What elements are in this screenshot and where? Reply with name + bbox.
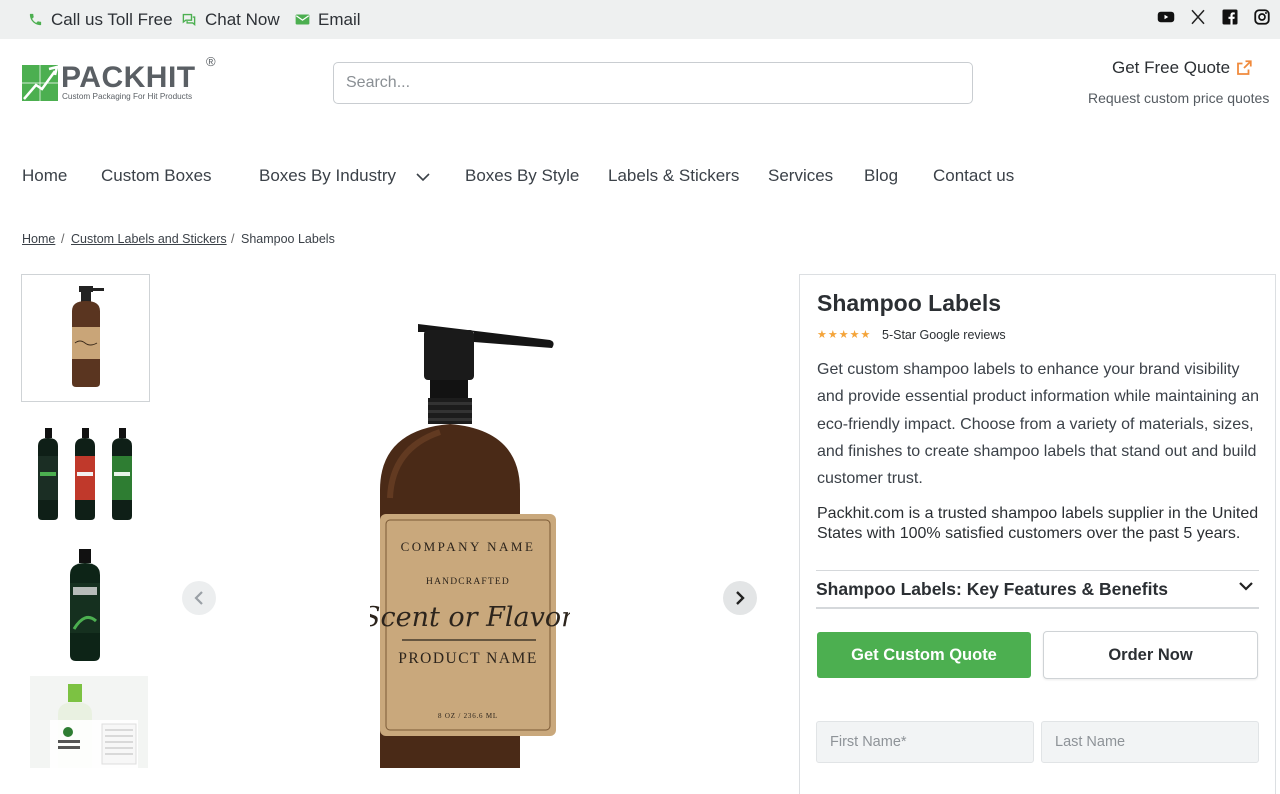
nav-labels-stickers[interactable]: Labels & Stickers [608,166,739,186]
label-product-name: PRODUCT NAME [398,650,538,667]
free-quote-label: Get Free Quote [1112,58,1231,77]
product-description: Get custom shampoo labels to enhance you… [817,361,1260,488]
phone-icon [29,13,42,26]
hemp-shampoo-thumbnail [50,684,138,768]
email-link[interactable]: Email [295,0,361,39]
breadcrumb-separator: / [231,232,235,246]
carousel-prev-button[interactable] [182,581,216,615]
breadcrumb-current: Shampoo Labels [241,232,335,246]
reviews-label[interactable]: 5-Star Google reviews [882,328,1006,342]
thumbnail-1[interactable] [21,274,150,402]
amber-bottle-thumbnail [72,286,104,387]
chevron-down-icon [1239,582,1253,591]
nav-services[interactable]: Services [768,166,833,186]
last-name-field[interactable] [1042,722,1258,762]
breadcrumb-category[interactable]: Custom Labels and Stickers [71,232,227,246]
call-label: Call us Toll Free [51,9,173,29]
brand-name: PACKHIT [61,61,196,94]
email-label: Email [318,9,361,29]
search-input[interactable] [334,63,972,103]
get-custom-quote-button[interactable]: Get Custom Quote [817,632,1031,678]
brand-tagline: Custom Packaging For Hit Products [62,92,193,101]
chat-label: Chat Now [205,9,280,29]
order-now-button[interactable]: Order Now [1043,631,1258,679]
thumbnail-2[interactable] [30,420,140,524]
carousel-next-button[interactable] [723,581,757,615]
nav-custom-boxes[interactable]: Custom Boxes [101,166,212,186]
breadcrumb-separator: / [61,232,65,246]
main-product-image: COMPANY NAME HANDCRAFTED Scent or Flavor… [370,324,570,768]
nav-contact[interactable]: Contact us [933,166,1014,186]
chevron-left-icon [194,591,203,605]
label-size: 8 OZ / 236.6 ML [438,712,498,720]
x-icon[interactable] [1189,8,1207,26]
breadcrumb-home[interactable]: Home [22,232,55,246]
first-name-field[interactable] [817,722,1033,762]
first-name-wrapper [816,721,1034,763]
top-bar: Call us Toll Free Chat Now Email [0,0,1280,39]
nav-home[interactable]: Home [22,166,67,186]
call-link[interactable]: Call us Toll Free [28,0,173,39]
label-company-name: COMPANY NAME [401,539,536,554]
external-link-icon [1237,60,1252,75]
search-box [333,62,973,104]
label-scent: Scent or Flavor [370,602,570,633]
label-handcrafted: HANDCRAFTED [426,577,510,587]
chat-icon [182,13,196,26]
free-quote-subtitle: Request custom price quotes [1088,90,1270,106]
nav-blog[interactable]: Blog [864,166,898,186]
chevron-down-icon[interactable] [416,172,430,182]
thumbnail-4[interactable] [30,676,148,768]
last-name-wrapper [1041,721,1259,763]
chevron-right-icon [736,591,745,605]
email-icon [295,14,310,25]
instagram-icon[interactable] [1253,8,1271,26]
features-accordion[interactable]: Shampoo Labels: Key Features & Benefits [816,570,1259,609]
brand-logo[interactable]: PACKHIT ® Custom Packaging For Hit Produ… [22,54,222,105]
chat-link[interactable]: Chat Now [181,0,280,39]
product-title: Shampoo Labels [817,290,1002,316]
green-bottle-thumbnail [70,549,100,661]
youtube-icon[interactable] [1157,8,1175,26]
trust-statement: Packhit.com is a trusted shampoo labels … [817,505,1259,543]
facebook-icon[interactable] [1221,8,1239,26]
thumbnail-3[interactable] [30,541,140,665]
three-bottles-thumbnail [38,428,132,520]
star-rating: ★★★★★ [817,329,872,341]
nav-boxes-by-style[interactable]: Boxes By Style [465,166,579,186]
nav-boxes-by-industry[interactable]: Boxes By Industry [259,166,396,186]
free-quote-link[interactable]: Get Free Quote [1112,58,1253,78]
features-accordion-label: Shampoo Labels: Key Features & Benefits [816,579,1169,599]
brand-registered: ® [206,54,216,69]
